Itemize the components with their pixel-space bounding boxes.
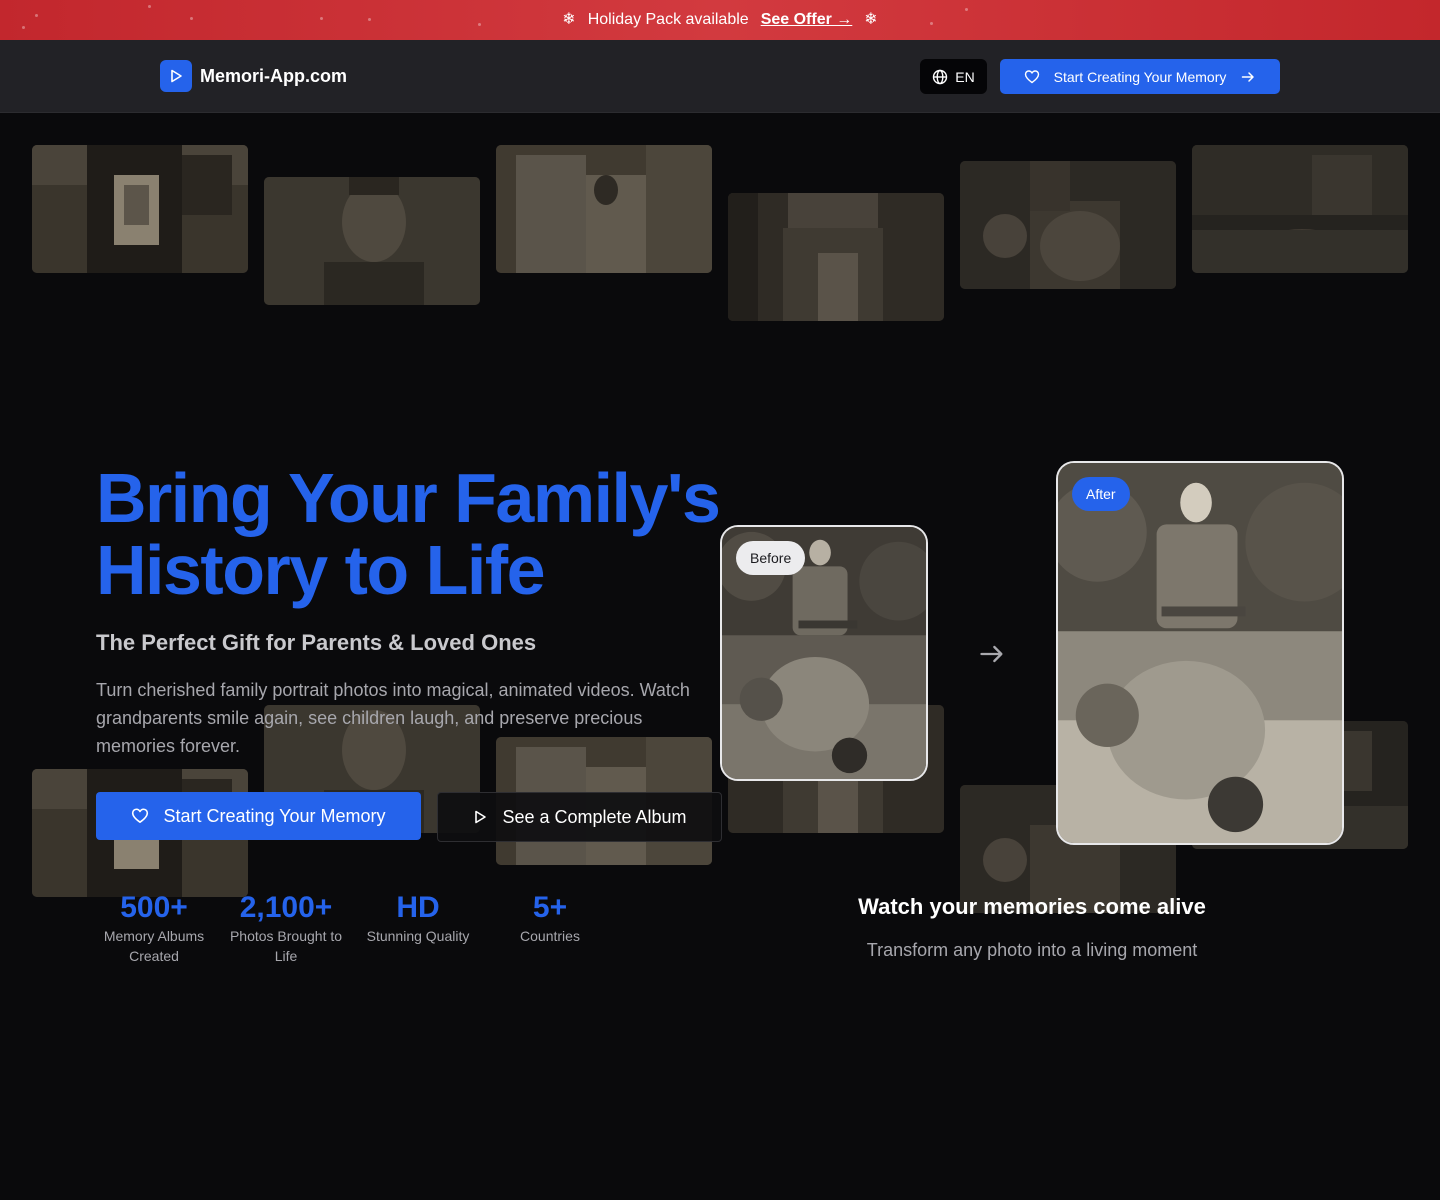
hero-subtitle: The Perfect Gift for Parents & Loved One… <box>96 630 537 655</box>
header-cta-label: Start Creating Your Memory <box>1053 68 1227 85</box>
globe-icon <box>933 69 948 84</box>
decor-dot <box>148 5 151 8</box>
see-album-button[interactable]: See a Complete Album <box>437 792 722 842</box>
see-album-label: See a Complete Album <box>502 806 687 827</box>
stat-label: Photos Brought to Life <box>229 928 343 964</box>
memory-photo-thumbnail <box>960 161 1176 289</box>
decor-dot <box>190 17 193 20</box>
promo-banner: ❄ Holiday Pack available See Offer → ❄ <box>0 0 1440 40</box>
memory-photo-thumbnail <box>264 177 480 305</box>
play-icon <box>160 60 192 92</box>
site-header: Memori-App.com EN Start Creating Your Me… <box>0 40 1440 113</box>
stat-value: HD <box>396 891 440 924</box>
brand-link[interactable]: Memori-App.com <box>160 60 347 92</box>
comparison-subtitle: Transform any photo into a living moment <box>866 940 1198 960</box>
stat-albums: 500+ Memory Albums Created <box>94 890 214 966</box>
hero-title: Bring Your Family's History to Life <box>96 462 756 606</box>
after-badge: After <box>1072 477 1130 511</box>
heart-icon <box>1024 69 1039 83</box>
header-start-creating-button[interactable]: Start Creating Your Memory <box>1000 59 1280 94</box>
memory-photo-thumbnail <box>496 145 712 273</box>
snowflake-icon: ❄ <box>864 11 878 28</box>
start-creating-button[interactable]: Start Creating Your Memory <box>96 792 421 840</box>
stat-label: Stunning Quality <box>366 928 470 944</box>
snowflake-icon: ❄ <box>562 11 576 28</box>
promo-text: Holiday Pack available <box>587 11 749 28</box>
arrow-right-icon <box>1242 71 1255 82</box>
stat-quality: HD Stunning Quality <box>358 890 478 946</box>
memory-photo-thumbnail <box>1192 145 1408 273</box>
memory-photo-thumbnail <box>728 193 944 321</box>
stat-value: 5+ <box>532 891 568 924</box>
brand-name: Memori-App.com <box>200 65 348 86</box>
decor-dot <box>320 17 323 20</box>
stat-value: 2,100+ <box>239 891 333 924</box>
hero-description: Turn cherished family portrait photos in… <box>96 680 690 756</box>
stat-value: 500+ <box>120 891 188 924</box>
after-photo-card: After <box>1056 461 1344 845</box>
see-offer-link[interactable]: See Offer → <box>761 11 853 29</box>
language-label: EN <box>955 68 975 85</box>
play-icon <box>475 810 487 824</box>
stat-label: Memory Albums Created <box>103 928 205 964</box>
before-badge: Before <box>736 541 806 575</box>
start-creating-label: Start Creating Your Memory <box>163 805 386 826</box>
decor-dot <box>368 18 371 21</box>
stat-photos: 2,100+ Photos Brought to Life <box>226 890 346 966</box>
comparison-title: Watch your memories come alive <box>858 894 1206 919</box>
memory-photo-thumbnail <box>32 145 248 273</box>
decor-dot <box>22 26 25 29</box>
before-photo-card: Before <box>720 525 928 781</box>
decor-dot <box>478 23 481 26</box>
stat-countries: 5+ Countries <box>490 890 610 946</box>
arrow-right-icon <box>980 645 1003 663</box>
language-selector[interactable]: EN <box>920 59 987 94</box>
heart-icon <box>132 808 149 823</box>
decor-dot <box>930 22 933 25</box>
hero-title-line1: Bring Your Family's <box>96 459 721 537</box>
decor-dot <box>35 14 38 17</box>
hero-title-line2: History to Life <box>96 531 546 609</box>
after-photo <box>1058 463 1342 843</box>
decor-dot <box>965 8 968 11</box>
stat-label: Countries <box>520 928 580 944</box>
